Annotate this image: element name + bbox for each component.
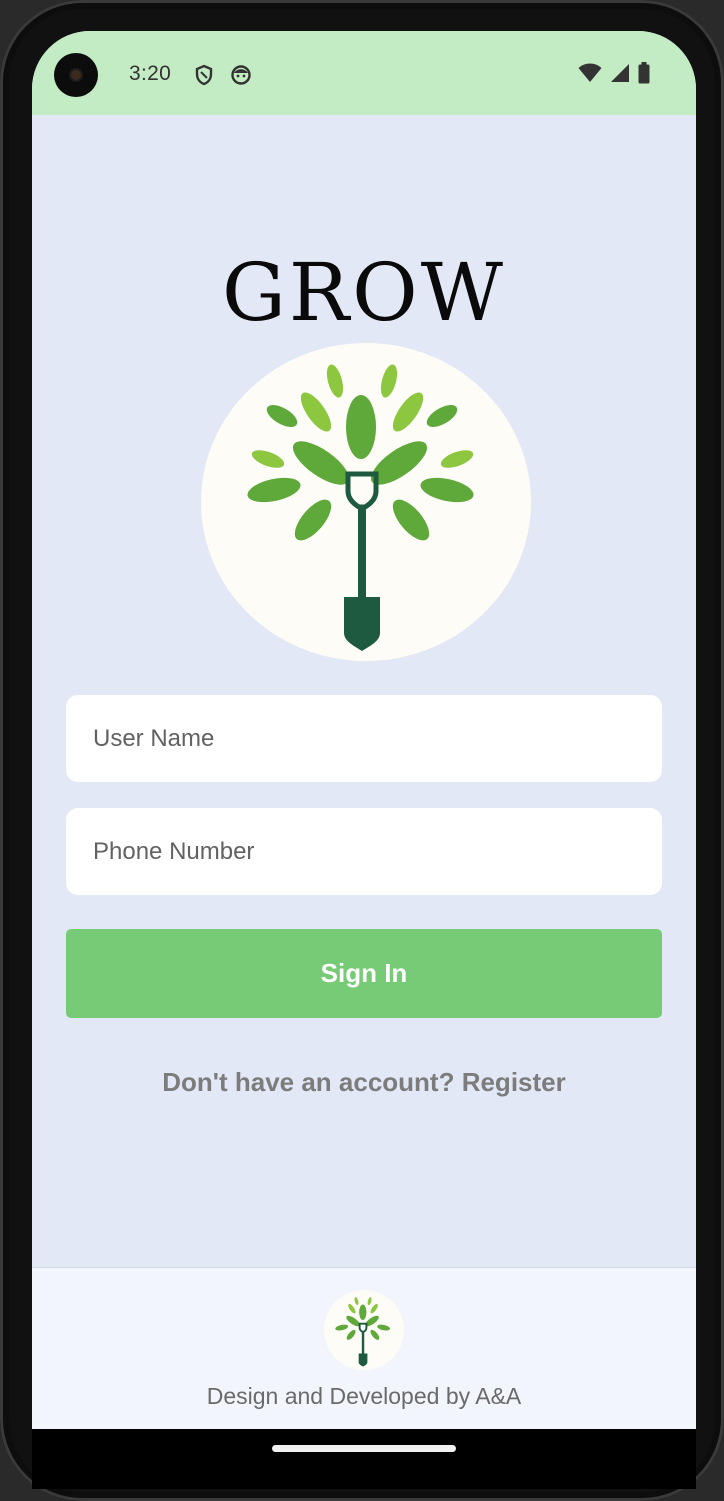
status-bar: 3:20: [32, 31, 696, 115]
app-title: GROW: [222, 246, 506, 339]
front-camera: [54, 53, 98, 97]
shield-icon: [193, 64, 215, 86]
status-indicators: [578, 61, 650, 89]
wifi-icon: [578, 63, 602, 88]
credits-text: Design and Developed by A&A: [206, 1383, 522, 1409]
phone-frame: 3:20 GROW User Name Phone Number Sign In…: [0, 0, 724, 1501]
battery-icon: [638, 61, 650, 89]
app-screen: 3:20 GROW User Name Phone Number Sign In…: [32, 31, 696, 1429]
register-link[interactable]: Don't have an account? Register: [32, 1067, 696, 1098]
sign-in-button[interactable]: Sign In: [66, 929, 662, 1018]
footer: Design and Developed by A&A: [32, 1267, 696, 1429]
home-gesture-bar[interactable]: [272, 1445, 456, 1452]
username-input[interactable]: [66, 695, 662, 782]
navigation-bar: [32, 1429, 696, 1489]
face-icon: [230, 64, 252, 86]
phone-number-input[interactable]: [66, 808, 662, 895]
footer-logo-icon: [324, 1290, 404, 1370]
tree-shovel-logo-icon: [201, 343, 531, 661]
cellular-signal-icon: [610, 63, 630, 88]
status-time: 3:20: [129, 62, 172, 85]
